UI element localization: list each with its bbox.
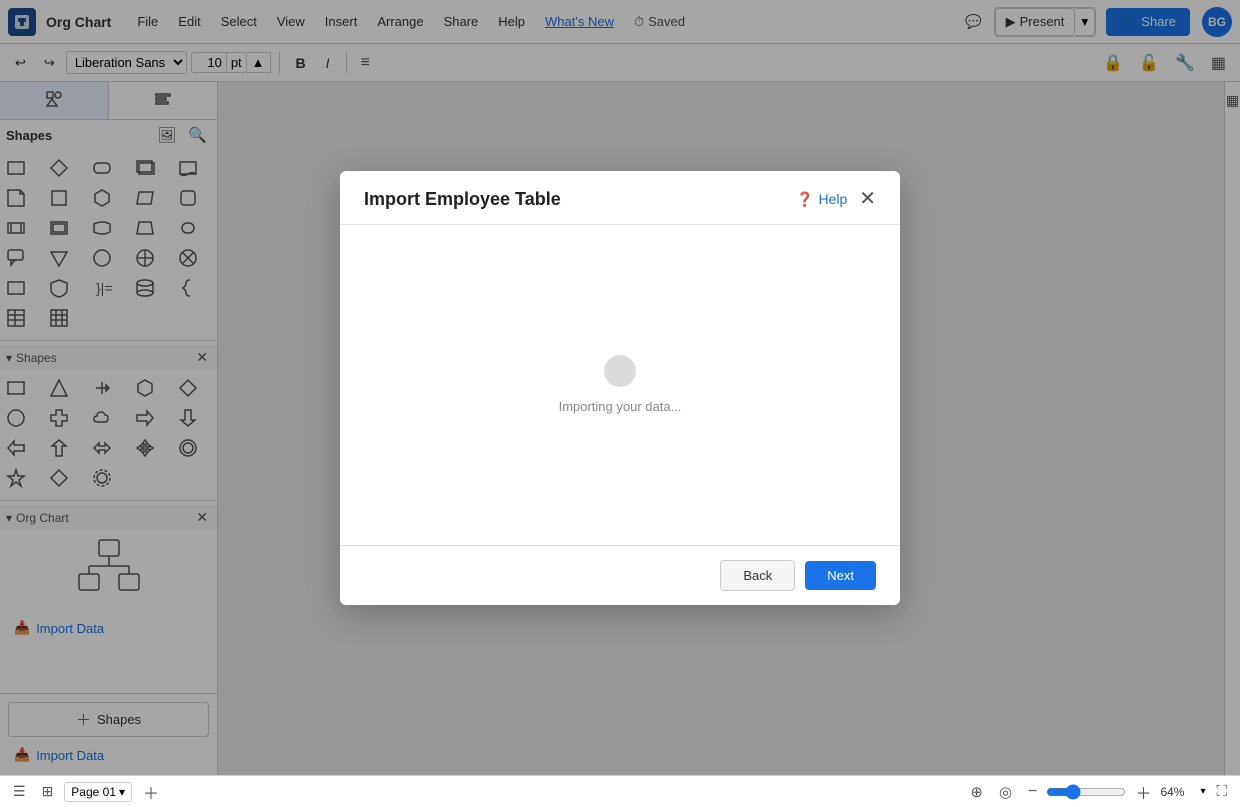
modal-title: Import Employee Table	[364, 189, 561, 210]
page-dropdown-icon: ▾	[119, 785, 125, 799]
fullscreen-button[interactable]: ⛶	[1211, 780, 1232, 803]
modal-close-button[interactable]: ✕	[859, 189, 876, 209]
modal-header-right: ❓ Help ✕	[796, 189, 876, 209]
zoom-slider[interactable]	[1046, 784, 1126, 800]
modal-overlay: Import Employee Table ❓ Help ✕ Importing…	[0, 0, 1240, 775]
importing-indicator: Importing your data...	[559, 355, 682, 414]
modal-help-button[interactable]: ❓ Help	[796, 191, 847, 208]
zoom-out-button[interactable]: −	[1023, 781, 1042, 803]
zoom-in-button[interactable]: ＋	[1130, 778, 1156, 806]
modal-footer: Back Next	[340, 545, 900, 605]
back-button[interactable]: Back	[720, 560, 795, 591]
grid-view-button[interactable]: ⊞	[37, 780, 59, 803]
loading-spinner	[604, 355, 636, 387]
list-view-button[interactable]: ☰	[8, 780, 31, 803]
zoom-controls: − ＋ 64% ▾	[1023, 778, 1205, 806]
page-indicator[interactable]: Page 01 ▾	[64, 782, 132, 802]
statusbar: ☰ ⊞ Page 01 ▾ ＋ ⊕ ◎ − ＋ 64% ▾ ⛶	[0, 775, 1240, 807]
next-button[interactable]: Next	[805, 561, 876, 590]
page-label: Page 01	[71, 785, 116, 799]
target-button[interactable]: ◎	[994, 780, 1017, 804]
modal-help-label: Help	[818, 191, 847, 207]
help-icon: ❓	[796, 191, 813, 208]
zoom-value: 64%	[1160, 785, 1196, 799]
importing-text: Importing your data...	[559, 399, 682, 414]
import-modal: Import Employee Table ❓ Help ✕ Importing…	[340, 171, 900, 605]
zoom-dropdown-icon: ▾	[1200, 786, 1205, 797]
add-page-button[interactable]: ＋	[138, 778, 164, 806]
layers-button[interactable]: ⊕	[965, 780, 988, 804]
modal-header: Import Employee Table ❓ Help ✕	[340, 171, 900, 225]
modal-body: Importing your data...	[340, 225, 900, 545]
